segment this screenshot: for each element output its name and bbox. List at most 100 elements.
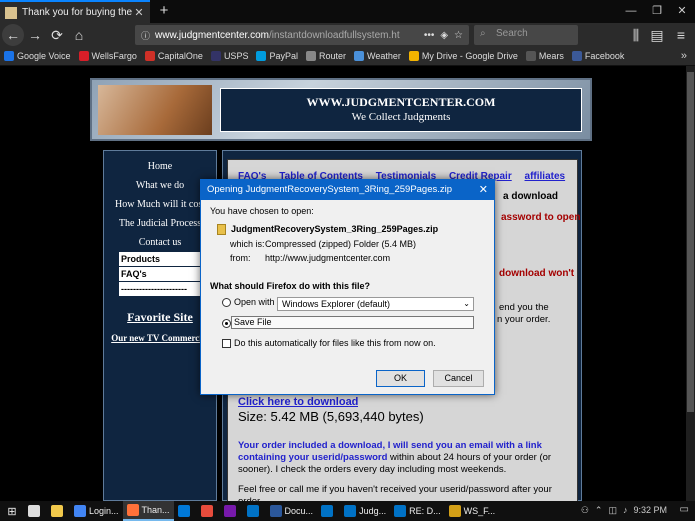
new-tab-button[interactable]: + [155, 2, 173, 20]
taskbar-chrome[interactable]: Login... [70, 501, 123, 521]
link-affiliates[interactable]: affiliates [525, 171, 566, 182]
taskbar-firefox[interactable]: Than... [122, 501, 174, 521]
taskbar-taskview[interactable] [24, 501, 47, 521]
close-window-button[interactable]: ✕ [669, 0, 695, 23]
overflow-chevron-icon[interactable]: » [681, 50, 687, 62]
bookmark-google-drive[interactable]: My Drive - Google Drive [408, 51, 518, 61]
dialog-body: You have chosen to open: JudgmentRecover… [201, 200, 494, 349]
bookmark-paypal[interactable]: PayPal [256, 51, 298, 61]
home-button[interactable]: ⌂ [68, 24, 90, 46]
open-with-value: Windows Explorer (default) [282, 299, 391, 309]
bookmark-star-icon[interactable]: ☆ [454, 30, 463, 41]
capitalone-icon [144, 51, 155, 61]
page-actions-icon[interactable]: ••• [424, 30, 435, 41]
task-view-icon [28, 505, 40, 517]
forward-button[interactable]: → [24, 24, 46, 46]
taskbar-wsftp[interactable]: WS_F... [445, 501, 500, 521]
save-file-radio[interactable] [222, 319, 231, 329]
open-with-radio[interactable] [222, 298, 231, 308]
taskbar-outlook[interactable] [243, 501, 266, 521]
google-drive-icon [408, 51, 419, 61]
save-file-option[interactable]: Save File [231, 316, 474, 329]
ok-button[interactable]: OK [376, 370, 425, 387]
minimize-button[interactable]: — [618, 0, 644, 23]
people-icon[interactable]: ⚇ [581, 505, 589, 516]
back-button[interactable]: ← [2, 24, 24, 46]
ftp-icon [448, 505, 461, 517]
auto-label: Do this automatically for files like thi… [234, 338, 436, 348]
which-is-label: which is: [230, 239, 265, 250]
menu-icon[interactable]: ≡ [670, 24, 692, 46]
taskbar-outlook-2[interactable] [317, 501, 340, 521]
taskbar-judg[interactable]: Judg... [340, 501, 390, 521]
chevron-up-icon[interactable]: ⌃ [595, 505, 603, 516]
nav-faqs[interactable]: FAQ's [119, 267, 201, 281]
bookmark-usps[interactable]: USPS [210, 51, 248, 61]
volume-icon[interactable]: ♪ [623, 505, 628, 516]
tab-close-icon[interactable]: ✕ [133, 6, 145, 19]
bookmark-mears[interactable]: Mears [525, 51, 564, 61]
nav-divider: ---------------------- [119, 282, 201, 296]
google-voice-icon [4, 51, 14, 61]
bookmark-capitalone[interactable]: CapitalOne [144, 51, 203, 61]
search-input[interactable]: ⌕ Search [474, 25, 578, 45]
bookmarks-toolbar: Google Voice WellsFargo CapitalOne USPS … [0, 47, 695, 66]
dialog-question: What should Firefox do with this file? [210, 281, 370, 292]
order-info: Your order included a download, I will s… [238, 440, 573, 501]
outlook-icon [321, 505, 334, 517]
url-path: /instantdownloadfullsystem.ht [268, 29, 400, 41]
which-is-value: Compressed (zipped) Folder (5.4 MB) [265, 239, 417, 250]
reload-button[interactable]: ⟳ [46, 24, 68, 46]
url-bar[interactable]: ⓘ www.judgmentcenter.com /instantdownloa… [135, 25, 469, 45]
bookmark-router[interactable]: Router [305, 51, 346, 61]
bookmark-weather[interactable]: Weather [354, 51, 401, 61]
system-tray: ⚇ ⌃ ◫ ♪ 9:32 PM [581, 505, 667, 516]
word-icon [269, 505, 282, 517]
auto-option[interactable]: Do this automatically for files like thi… [222, 338, 436, 349]
folder-icon [51, 505, 63, 517]
url-domain: www.judgmentcenter.com [155, 29, 269, 41]
tab-active[interactable]: Thank you for buying the Judgm ✕ [0, 0, 150, 23]
taskbar-app[interactable] [197, 501, 220, 521]
page-scrollbar[interactable] [686, 66, 695, 501]
taskbar-re[interactable]: RE: D... [390, 501, 445, 521]
auto-checkbox[interactable] [222, 339, 231, 349]
open-with-select[interactable]: Windows Explorer (default) ⌄ [277, 297, 474, 311]
clock[interactable]: 9:32 PM [633, 505, 667, 516]
site-favicon-icon [5, 6, 17, 19]
notifications-icon[interactable]: ▭ [680, 504, 689, 515]
text-fragment-send: end you the [499, 302, 549, 313]
file-size-text: Size: 5.42 MB (5,693,440 bytes) [238, 409, 424, 424]
banner-title-box: WWW.JUDGMENTCENTER.COM We Collect Judgme… [220, 88, 582, 132]
download-link[interactable]: Click here to download [238, 396, 358, 408]
site-banner: WWW.JUDGMENTCENTER.COM We Collect Judgme… [90, 78, 592, 141]
taskbar-word[interactable]: Docu... [266, 501, 318, 521]
library-icon[interactable]: ⫼ [625, 24, 647, 46]
scrollbar-thumb[interactable] [687, 72, 694, 412]
sidebar-icon[interactable]: ▤ [646, 24, 668, 46]
cancel-button[interactable]: Cancel [433, 370, 484, 387]
pocket-icon[interactable]: ◈ [440, 30, 448, 41]
from-value: http://www.judgmentcenter.com [265, 253, 391, 264]
bookmark-facebook[interactable]: Facebook [571, 51, 624, 61]
nav-home[interactable]: Home [104, 157, 216, 176]
info-icon[interactable]: ⓘ [141, 29, 150, 42]
taskbar-explorer[interactable] [47, 501, 70, 521]
edge-icon [177, 505, 190, 517]
network-icon[interactable]: ◫ [608, 505, 617, 516]
bookmark-google-voice[interactable]: Google Voice [4, 51, 71, 61]
nav-products[interactable]: Products [119, 252, 201, 266]
search-icon: ⌕ [480, 28, 486, 39]
taskbar-onenote[interactable] [220, 501, 243, 521]
bookmark-wellsfargo[interactable]: WellsFargo [78, 51, 137, 61]
windows-taskbar: ⊞ Login... Than... Docu... Judg... RE: D… [0, 501, 695, 521]
paypal-icon [256, 51, 267, 61]
dialog-filename: JudgmentRecoverySystem_3Ring_259Pages.zi… [231, 224, 439, 234]
dialog-close-icon[interactable]: ✕ [479, 180, 488, 200]
restore-button[interactable]: ❐ [644, 0, 670, 23]
chevron-down-icon: ⌄ [463, 299, 470, 308]
start-button[interactable]: ⊞ [0, 501, 24, 521]
taskbar-edge[interactable] [174, 501, 197, 521]
dialog-titlebar: Opening JudgmentRecoverySystem_3Ring_259… [201, 180, 494, 200]
tab-strip: Thank you for buying the Judgm ✕ + — ❐ ✕ [0, 0, 695, 23]
